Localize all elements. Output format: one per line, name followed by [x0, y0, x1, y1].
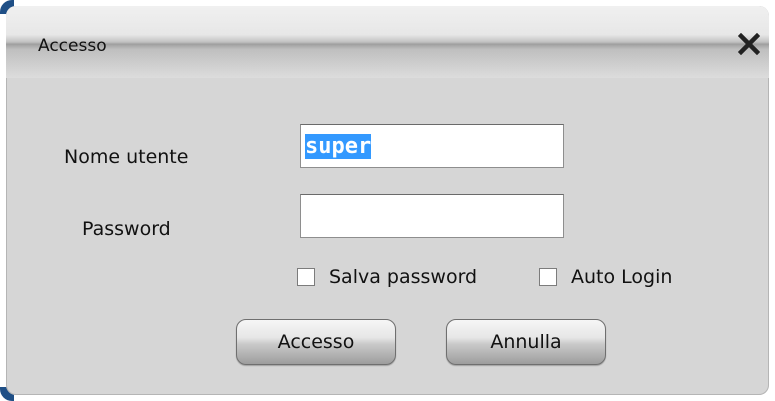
dialog-title: Accesso — [38, 36, 107, 56]
auto-login-checkbox[interactable] — [539, 268, 557, 286]
close-button[interactable] — [729, 24, 769, 64]
username-input[interactable] — [300, 124, 564, 168]
auto-login-option[interactable]: Auto Login — [539, 266, 672, 288]
save-password-option[interactable]: Salva password — [297, 266, 477, 288]
password-label: Password — [82, 218, 171, 240]
cancel-button[interactable]: Annulla — [446, 319, 606, 365]
save-password-label: Salva password — [329, 266, 478, 288]
close-icon — [738, 33, 760, 55]
title-bar: Accesso — [6, 6, 769, 78]
login-button[interactable]: Accesso — [236, 319, 396, 365]
login-dialog: Accesso Nome utente Password Salva passw… — [6, 6, 769, 395]
password-input[interactable] — [300, 194, 564, 238]
auto-login-label: Auto Login — [571, 266, 673, 288]
save-password-checkbox[interactable] — [297, 268, 315, 286]
username-label: Nome utente — [64, 146, 189, 168]
